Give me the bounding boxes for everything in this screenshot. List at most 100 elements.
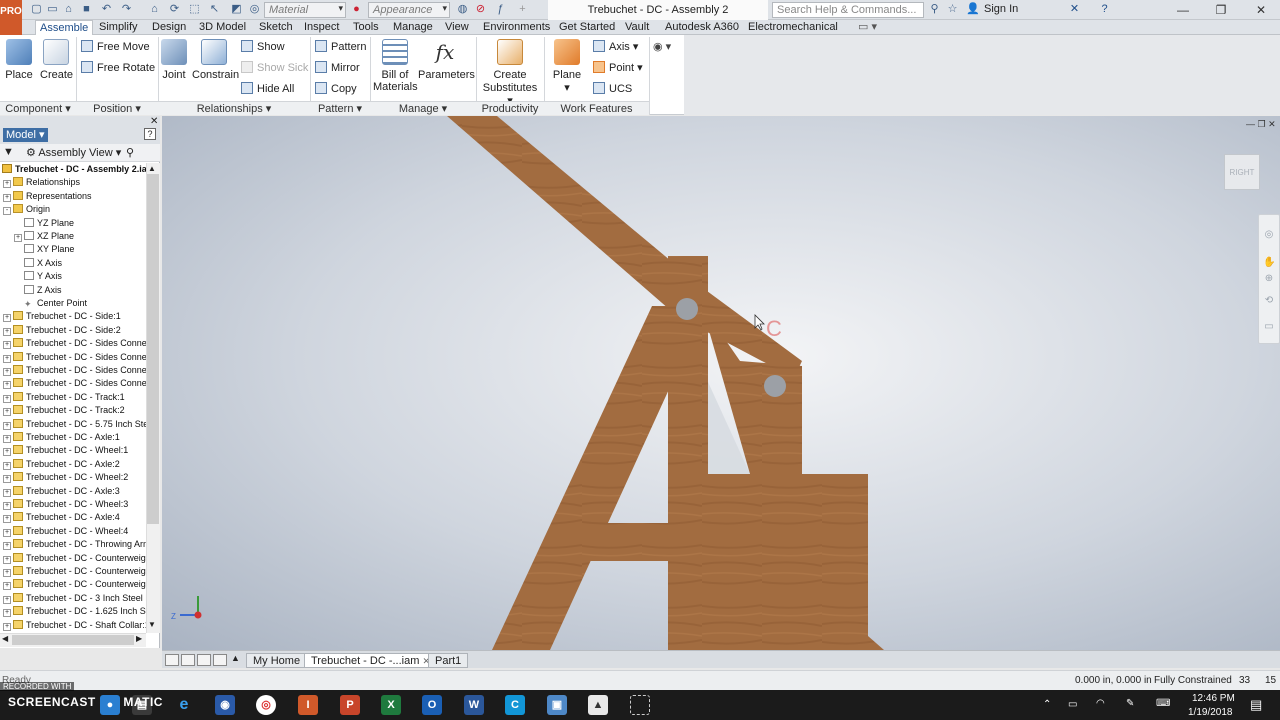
search-input[interactable]: Search Help & Commands... (772, 2, 924, 18)
expand-icon[interactable]: + (3, 354, 11, 363)
tree-item[interactable]: + Trebuchet - DC - Track:1 (0, 391, 125, 404)
ribbon-options-icon[interactable]: ▭ ▾ (854, 20, 881, 35)
group-work-features[interactable]: Work Features (544, 101, 649, 115)
tab-part1[interactable]: Part1 (428, 653, 469, 668)
create-button[interactable]: Create (40, 39, 73, 81)
expand-icon[interactable]: + (3, 314, 11, 323)
tree-item[interactable]: + Trebuchet - DC - Sides Connector (0, 351, 146, 364)
expand-icon[interactable]: + (3, 595, 11, 604)
fx-icon[interactable]: ƒ (494, 3, 507, 16)
axis-button[interactable]: Axis ▾ (593, 39, 638, 55)
tab-inspect[interactable]: Inspect (300, 20, 343, 35)
folder-icon[interactable]: ⌂ (62, 3, 75, 16)
tree-item[interactable]: - Origin (0, 203, 50, 216)
bill-of-materials-button[interactable]: Bill of Materials (373, 39, 418, 93)
appearance-combo[interactable]: Appearance ▾ (368, 2, 450, 18)
tab-sketch[interactable]: Sketch (255, 20, 297, 35)
select-icon[interactable]: ⬚ (188, 3, 201, 16)
constrain-button[interactable]: Constrain (192, 39, 239, 81)
tree-item[interactable]: + XZ Plane (0, 230, 74, 243)
tree-item[interactable]: + Representations (0, 190, 92, 203)
ribbon-expand-icon[interactable]: ◉ ▾ (653, 39, 671, 55)
free-move-button[interactable]: Free Move (81, 39, 150, 55)
model-tab[interactable]: Model ▾ (3, 128, 48, 142)
tile-layout-icon[interactable] (165, 654, 179, 666)
tree-item[interactable]: YZ Plane (0, 217, 74, 230)
tree-item[interactable]: + Trebuchet - DC - Shaft Collar:1 (0, 619, 146, 632)
expand-icon[interactable]: + (3, 475, 11, 484)
expand-icon[interactable]: + (3, 542, 11, 551)
tree-item[interactable]: + Trebuchet - DC - Counterweight (0, 578, 146, 591)
place-button[interactable]: Place (4, 39, 34, 81)
tab-get-started[interactable]: Get Started (555, 20, 619, 35)
scroll-left-icon[interactable]: ◀ (2, 634, 8, 643)
tree-item[interactable]: + Trebuchet - DC - Wheel:3 (0, 498, 128, 511)
copy-button[interactable]: Copy (315, 81, 357, 97)
expand-icon[interactable]: + (3, 461, 11, 470)
tree-item[interactable]: Trebuchet - DC - Assembly 2.iam (0, 163, 146, 176)
tree-item[interactable]: + Trebuchet - DC - Counterweight (0, 552, 146, 565)
settings-app-icon[interactable]: ◉ (215, 695, 235, 715)
tree-item[interactable]: + Trebuchet - DC - 5.75 Inch Steel (0, 418, 146, 431)
tree-item[interactable]: X Axis (0, 257, 62, 270)
close-button[interactable]: ✕ (1244, 0, 1278, 20)
expand-icon[interactable]: + (3, 394, 11, 403)
tree-item[interactable]: + Trebuchet - DC - 3 Inch Steel Rod (0, 592, 146, 605)
word-icon[interactable]: W (464, 695, 484, 715)
joint-button[interactable]: Joint (160, 39, 188, 81)
axle-counterweight[interactable] (764, 375, 786, 397)
tab-manage[interactable]: Manage (389, 20, 437, 35)
filter-icon[interactable]: ▼ (3, 146, 14, 158)
throwing-arm[interactable] (447, 116, 802, 378)
tree-scroll-thumb[interactable] (147, 174, 159, 524)
add-icon[interactable]: + (516, 3, 529, 16)
scroll-up-icon[interactable]: ▲ (148, 164, 156, 173)
counterweight-block[interactable] (668, 474, 884, 650)
expand-icon[interactable]: + (3, 381, 11, 390)
tree-item[interactable]: + Trebuchet - DC - Wheel:2 (0, 471, 128, 484)
tree-item[interactable]: + Trebuchet - DC - Axle:3 (0, 485, 120, 498)
expand-icon[interactable]: + (3, 408, 11, 417)
keyboard-icon[interactable]: ⌨ (1156, 698, 1170, 709)
tree-hscroll-thumb[interactable] (12, 635, 134, 645)
tree-item[interactable]: + Trebuchet - DC - 1.625 Inch Steel (0, 605, 146, 618)
chrome-icon[interactable]: ◎ (256, 695, 276, 715)
star-icon[interactable]: ☆ (946, 3, 959, 16)
expand-icon[interactable]: + (3, 180, 11, 189)
tab-environments[interactable]: Environments (479, 20, 554, 35)
home-icon[interactable]: ⌂ (148, 3, 161, 16)
show-hidden-icons-icon[interactable]: ⌃ (1043, 699, 1051, 710)
scroll-right-icon[interactable]: ▶ (136, 634, 142, 643)
expand-icon[interactable]: + (3, 528, 11, 537)
tab-electromechanical[interactable]: Electromechanical (744, 20, 842, 35)
frame-crossbar[interactable] (587, 523, 682, 561)
free-rotate-button[interactable]: Free Rotate (81, 60, 155, 76)
viewport-window-controls[interactable]: — ❐ ✕ (1246, 119, 1276, 130)
pen-icon[interactable]: ✎ (1126, 698, 1134, 709)
tree-item[interactable]: + Trebuchet - DC - Axle:1 (0, 431, 120, 444)
photos-icon[interactable]: ▲ (588, 695, 608, 715)
clock-time[interactable]: 12:46 PM (1192, 693, 1235, 704)
sign-in-link[interactable]: Sign In (984, 3, 1018, 15)
tree-item[interactable]: ✦ Center Point (0, 297, 87, 310)
inventor-taskbar-icon[interactable]: I (298, 695, 318, 715)
open-icon[interactable]: ▭ (46, 3, 59, 16)
trebuchet-model[interactable]: C Z (162, 116, 1280, 650)
save-icon[interactable]: ■ (80, 3, 93, 16)
expand-icon[interactable]: + (3, 435, 11, 443)
cube-icon[interactable]: ◩ (230, 3, 243, 16)
powerpoint-icon[interactable]: P (340, 695, 360, 715)
outlook-icon[interactable]: O (422, 695, 442, 715)
expand-icon[interactable]: + (3, 622, 11, 631)
expand-icon[interactable]: + (3, 515, 11, 524)
expand-icon[interactable]: + (3, 368, 11, 376)
tab-tools[interactable]: Tools (349, 20, 383, 35)
clear-override-icon[interactable]: ⊘ (474, 3, 487, 16)
tree-item[interactable]: + Trebuchet - DC - Sides Connector (0, 377, 146, 390)
tab-simplify[interactable]: Simplify (95, 20, 142, 35)
control-panel-icon[interactable]: ▣ (547, 695, 567, 715)
steering-wheel-icon[interactable]: ◎ (1263, 229, 1275, 241)
graphics-viewport[interactable]: C Z RIGHT — ❐ ✕ ◎ ✋ ⊕ ⟲ ▭ (162, 116, 1280, 650)
ucs-button[interactable]: UCS (593, 81, 632, 97)
tab-menu-icon[interactable]: ▲ (231, 653, 240, 663)
